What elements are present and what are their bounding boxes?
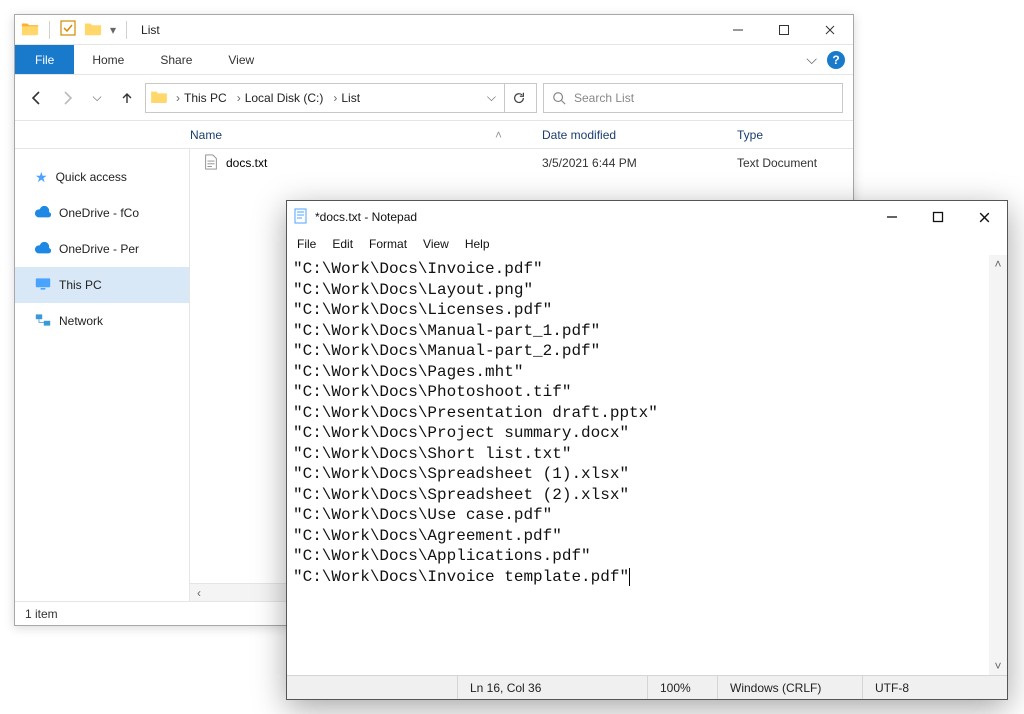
qat-new-folder-icon[interactable] xyxy=(84,20,102,39)
help-button[interactable]: ? xyxy=(827,51,845,69)
crumb-list[interactable]: List xyxy=(341,91,360,105)
minimize-button[interactable] xyxy=(715,15,761,45)
menu-file[interactable]: File xyxy=(291,237,322,251)
file-name: docs.txt xyxy=(226,156,267,170)
sidebar-item-onedrive-work[interactable]: OneDrive - fCo xyxy=(15,195,189,231)
breadcrumb-root-icon[interactable] xyxy=(150,89,168,106)
cloud-icon xyxy=(35,205,51,221)
menu-edit[interactable]: Edit xyxy=(326,237,359,251)
column-header-type[interactable]: Type xyxy=(737,128,853,142)
notepad-maximize-button[interactable] xyxy=(915,201,961,233)
qat-separator-2 xyxy=(126,21,127,39)
status-item-count: 1 item xyxy=(25,607,58,621)
notepad-vertical-scrollbar[interactable]: ˄ ˅ xyxy=(989,255,1007,675)
status-zoom: 100% xyxy=(647,676,717,699)
column-header-date[interactable]: Date modified xyxy=(542,128,737,142)
network-icon xyxy=(35,313,51,330)
qat-folder-icon[interactable] xyxy=(21,19,39,40)
sidebar-item-network[interactable]: Network xyxy=(15,303,189,339)
star-icon: ★ xyxy=(35,169,48,186)
window-title: List xyxy=(141,23,160,37)
crumb-local-disk[interactable]: Local Disk (C:) xyxy=(245,91,324,105)
notepad-close-button[interactable] xyxy=(961,201,1007,233)
search-placeholder: Search List xyxy=(574,91,634,105)
ribbon-tab-home[interactable]: Home xyxy=(74,45,142,74)
notepad-status-bar: Ln 16, Col 36 100% Windows (CRLF) UTF-8 xyxy=(287,675,1007,699)
crumb-this-pc[interactable]: This PC xyxy=(184,91,227,105)
scroll-up-arrow-icon[interactable]: ˄ xyxy=(989,255,1007,273)
notepad-title: *docs.txt - Notepad xyxy=(315,210,417,224)
column-header-name[interactable]: Name ˄ xyxy=(190,128,542,142)
file-type: Text Document xyxy=(737,156,853,170)
notepad-minimize-button[interactable] xyxy=(869,201,915,233)
status-eol: Windows (CRLF) xyxy=(717,676,862,699)
notepad-menubar: File Edit Format View Help xyxy=(287,233,1007,255)
menu-view[interactable]: View xyxy=(417,237,455,251)
sidebar-item-onedrive-personal[interactable]: OneDrive - Per xyxy=(15,231,189,267)
notepad-titlebar[interactable]: *docs.txt - Notepad xyxy=(287,201,1007,233)
cloud-icon xyxy=(35,241,51,257)
qat-customize-chevron-icon[interactable]: ▾ xyxy=(110,23,116,37)
notepad-app-icon xyxy=(293,208,309,227)
sort-indicator-icon: ˄ xyxy=(495,128,502,142)
explorer-titlebar[interactable]: ▾ List xyxy=(15,15,853,45)
notepad-text-area[interactable]: "C:\Work\Docs\Invoice.pdf" "C:\Work\Docs… xyxy=(287,255,1007,675)
qat-properties-icon[interactable] xyxy=(60,20,76,39)
menu-format[interactable]: Format xyxy=(363,237,413,251)
search-input[interactable]: Search List xyxy=(543,83,843,113)
status-cursor-position: Ln 16, Col 36 xyxy=(457,676,647,699)
ribbon-tab-share[interactable]: Share xyxy=(142,45,210,74)
menu-help[interactable]: Help xyxy=(459,237,496,251)
pc-icon xyxy=(35,277,51,294)
text-file-icon xyxy=(204,154,218,173)
ribbon-tabs: File Home Share View ⌵ ? xyxy=(15,45,853,75)
notepad-window: *docs.txt - Notepad File Edit Format Vie… xyxy=(286,200,1008,700)
maximize-button[interactable] xyxy=(761,15,807,45)
breadcrumb[interactable]: ›This PC ›Local Disk (C:) ›List ⌵ xyxy=(145,83,537,113)
qat-separator xyxy=(49,21,50,39)
search-icon xyxy=(552,91,566,105)
scroll-down-arrow-icon[interactable]: ˅ xyxy=(989,657,1007,675)
status-encoding: UTF-8 xyxy=(862,676,1007,699)
navigation-pane: ★ Quick access OneDrive - fCo OneDrive -… xyxy=(15,149,190,601)
refresh-button[interactable] xyxy=(504,84,532,112)
close-button[interactable] xyxy=(807,15,853,45)
file-date: 3/5/2021 6:44 PM xyxy=(542,156,737,170)
breadcrumb-dropdown-icon[interactable]: ⌵ xyxy=(481,90,502,105)
nav-recent-chevron-icon[interactable]: ⌵ xyxy=(85,86,109,110)
nav-back-button[interactable] xyxy=(25,86,49,110)
ribbon-tab-view[interactable]: View xyxy=(210,45,272,74)
sidebar-item-this-pc[interactable]: This PC xyxy=(15,267,189,303)
nav-up-button[interactable] xyxy=(115,86,139,110)
column-headers: Name ˄ Date modified Type xyxy=(15,121,853,149)
expand-ribbon-chevron-icon[interactable]: ⌵ xyxy=(806,51,817,68)
scroll-left-arrow-icon[interactable]: ‹ xyxy=(190,584,208,601)
file-tab[interactable]: File xyxy=(15,45,74,74)
file-row[interactable]: docs.txt 3/5/2021 6:44 PM Text Document xyxy=(190,149,853,177)
nav-forward-button[interactable] xyxy=(55,86,79,110)
address-bar-row: ⌵ ›This PC ›Local Disk (C:) ›List ⌵ Sear… xyxy=(15,75,853,121)
sidebar-item-quick-access[interactable]: ★ Quick access xyxy=(15,159,189,195)
